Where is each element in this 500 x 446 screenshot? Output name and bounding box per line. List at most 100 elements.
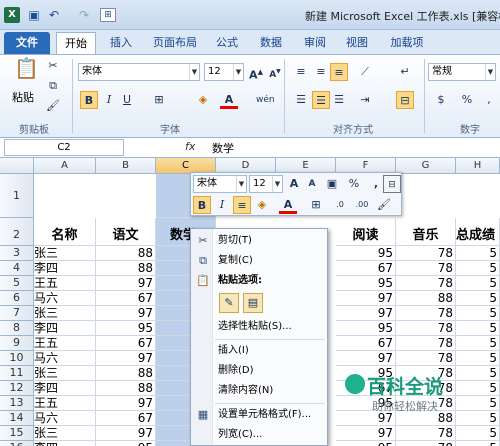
font-name-combo[interactable]: 宋体 ▼ bbox=[78, 63, 200, 81]
header-cell-music[interactable]: 音乐 bbox=[396, 218, 456, 246]
increase-decimal-icon[interactable]: .0 bbox=[331, 196, 349, 214]
cell-chinese[interactable]: 88 bbox=[96, 261, 156, 276]
tab-page-layout[interactable]: 页面布局 bbox=[146, 32, 204, 54]
number-format-combo[interactable]: 常规 ▼ bbox=[428, 63, 496, 81]
cell-music[interactable]: 78 bbox=[396, 351, 456, 366]
cell-chinese[interactable]: 97 bbox=[96, 426, 156, 441]
cell-name[interactable]: 王五 bbox=[34, 276, 96, 291]
cell-chinese[interactable]: 67 bbox=[96, 336, 156, 351]
row-header[interactable]: 8 bbox=[0, 321, 34, 336]
comma-icon[interactable]: , bbox=[480, 91, 498, 109]
cell-reading[interactable]: 95 bbox=[336, 276, 396, 291]
cell-name[interactable]: 李四 bbox=[34, 441, 96, 446]
cell-chinese[interactable]: 95 bbox=[96, 441, 156, 446]
paste-values-icon[interactable]: ▤ bbox=[243, 293, 263, 313]
tab-home[interactable]: 开始 bbox=[56, 32, 96, 54]
menu-item-clear-contents[interactable]: 清除内容(N) bbox=[191, 381, 327, 401]
customize-qa-icon[interactable]: ⊞ bbox=[100, 8, 116, 22]
tab-insert[interactable]: 插入 bbox=[104, 32, 138, 54]
row-header[interactable]: 11 bbox=[0, 366, 34, 381]
bold-button[interactable]: B bbox=[80, 91, 98, 109]
grow-font-icon[interactable]: A bbox=[285, 175, 303, 193]
row-header[interactable]: 12 bbox=[0, 381, 34, 396]
mini-bold-button[interactable]: B bbox=[193, 196, 211, 214]
percent-icon[interactable]: % bbox=[458, 91, 476, 109]
borders-icon[interactable]: ⊞ bbox=[307, 196, 325, 214]
row-header[interactable]: 2 bbox=[0, 218, 34, 246]
header-cell-total[interactable]: 总成绩 bbox=[456, 218, 500, 246]
fill-color-icon[interactable]: ◈ bbox=[194, 91, 212, 109]
cell-name[interactable]: 李四 bbox=[34, 321, 96, 336]
cell-music[interactable]: 78 bbox=[396, 441, 456, 446]
menu-item-insert[interactable]: 插入(I) bbox=[191, 341, 327, 361]
merge-center-icon[interactable]: ⊟ bbox=[396, 91, 414, 109]
percent-icon[interactable]: % bbox=[345, 175, 363, 193]
cell-chinese[interactable]: 88 bbox=[96, 246, 156, 261]
align-left-icon[interactable]: ☰ bbox=[292, 91, 310, 109]
chevron-down-icon[interactable]: ▼ bbox=[272, 176, 282, 192]
paste-option-icon[interactable]: ✎ bbox=[219, 293, 239, 313]
cell-chinese[interactable]: 95 bbox=[96, 321, 156, 336]
row-header[interactable]: 3 bbox=[0, 246, 34, 261]
cell-music[interactable]: 78 bbox=[396, 246, 456, 261]
column-header[interactable]: G bbox=[396, 158, 456, 174]
name-box[interactable]: C2 bbox=[4, 139, 124, 156]
tab-addins[interactable]: 加载项 bbox=[384, 32, 430, 54]
cell-chinese[interactable]: 97 bbox=[96, 276, 156, 291]
wrap-text-icon[interactable]: ↵ bbox=[396, 63, 414, 81]
fill-color-icon[interactable]: ◈ bbox=[253, 196, 271, 214]
menu-item-paste-special[interactable]: 选择性粘贴(S)... bbox=[191, 317, 327, 337]
merge-icon[interactable]: ⊟ bbox=[383, 175, 401, 193]
menu-item-column-width[interactable]: 列宽(C)... bbox=[191, 425, 327, 445]
italic-button[interactable]: I bbox=[100, 91, 118, 109]
cell-chinese[interactable]: 67 bbox=[96, 411, 156, 426]
cell-reading[interactable]: 97 bbox=[336, 351, 396, 366]
mini-font-name-combo[interactable]: 宋体 ▼ bbox=[193, 175, 247, 193]
cell-reading[interactable]: 95 bbox=[336, 246, 396, 261]
row-header[interactable]: 4 bbox=[0, 261, 34, 276]
borders-icon[interactable]: ⊞ bbox=[150, 91, 168, 109]
cell-music[interactable]: 88 bbox=[396, 291, 456, 306]
row-header[interactable]: 9 bbox=[0, 336, 34, 351]
tab-view[interactable]: 视图 bbox=[340, 32, 374, 54]
cell-total[interactable]: 5 bbox=[456, 291, 500, 306]
cell-total[interactable]: 5 bbox=[456, 426, 500, 441]
copy-icon[interactable]: ⧉ bbox=[44, 77, 62, 95]
select-all-corner[interactable] bbox=[0, 158, 34, 174]
cell-music[interactable]: 78 bbox=[396, 306, 456, 321]
chevron-down-icon[interactable]: ▼ bbox=[236, 176, 246, 192]
paste-icon[interactable]: 📋 bbox=[14, 58, 39, 87]
shrink-font-icon[interactable]: A bbox=[303, 175, 321, 193]
chevron-down-icon[interactable]: ▼ bbox=[189, 64, 199, 80]
cell-total[interactable]: 5 bbox=[456, 306, 500, 321]
menu-item-format-cells[interactable]: ▦ 设置单元格格式(F)... bbox=[191, 405, 327, 425]
chevron-down-icon[interactable]: ▼ bbox=[233, 64, 243, 80]
currency-format-icon[interactable]: ▣ bbox=[323, 175, 341, 193]
cell-reading[interactable]: 95 bbox=[336, 441, 396, 446]
row-header[interactable]: 15 bbox=[0, 426, 34, 441]
align-center-icon[interactable]: ☰ bbox=[312, 91, 330, 109]
align-top-icon[interactable]: ≡ bbox=[292, 63, 310, 81]
cell-reading[interactable]: 97 bbox=[336, 426, 396, 441]
format-painter-icon[interactable]: 🖌 bbox=[44, 97, 62, 115]
tab-data[interactable]: 数据 bbox=[254, 32, 288, 54]
mini-italic-button[interactable]: I bbox=[213, 196, 231, 214]
cell-name[interactable]: 李四 bbox=[34, 381, 96, 396]
cell-chinese[interactable]: 97 bbox=[96, 351, 156, 366]
row-header[interactable]: 14 bbox=[0, 411, 34, 426]
cell-name[interactable]: 李四 bbox=[34, 261, 96, 276]
save-icon[interactable]: ▣ bbox=[26, 6, 42, 24]
column-header[interactable]: A bbox=[34, 158, 96, 174]
cell-music[interactable]: 78 bbox=[396, 276, 456, 291]
decrease-decimal-icon[interactable]: .00 bbox=[353, 196, 371, 214]
row-header[interactable]: 1 bbox=[0, 174, 34, 218]
cell-total[interactable]: 5 bbox=[456, 441, 500, 446]
cell-name[interactable]: 张三 bbox=[34, 306, 96, 321]
cell-music[interactable]: 78 bbox=[396, 426, 456, 441]
column-header[interactable]: B bbox=[96, 158, 156, 174]
tab-review[interactable]: 审阅 bbox=[298, 32, 332, 54]
underline-button[interactable]: U bbox=[118, 91, 136, 109]
row-header[interactable]: 16 bbox=[0, 441, 34, 446]
cell-reading[interactable]: 97 bbox=[336, 306, 396, 321]
cell-chinese[interactable]: 67 bbox=[96, 291, 156, 306]
